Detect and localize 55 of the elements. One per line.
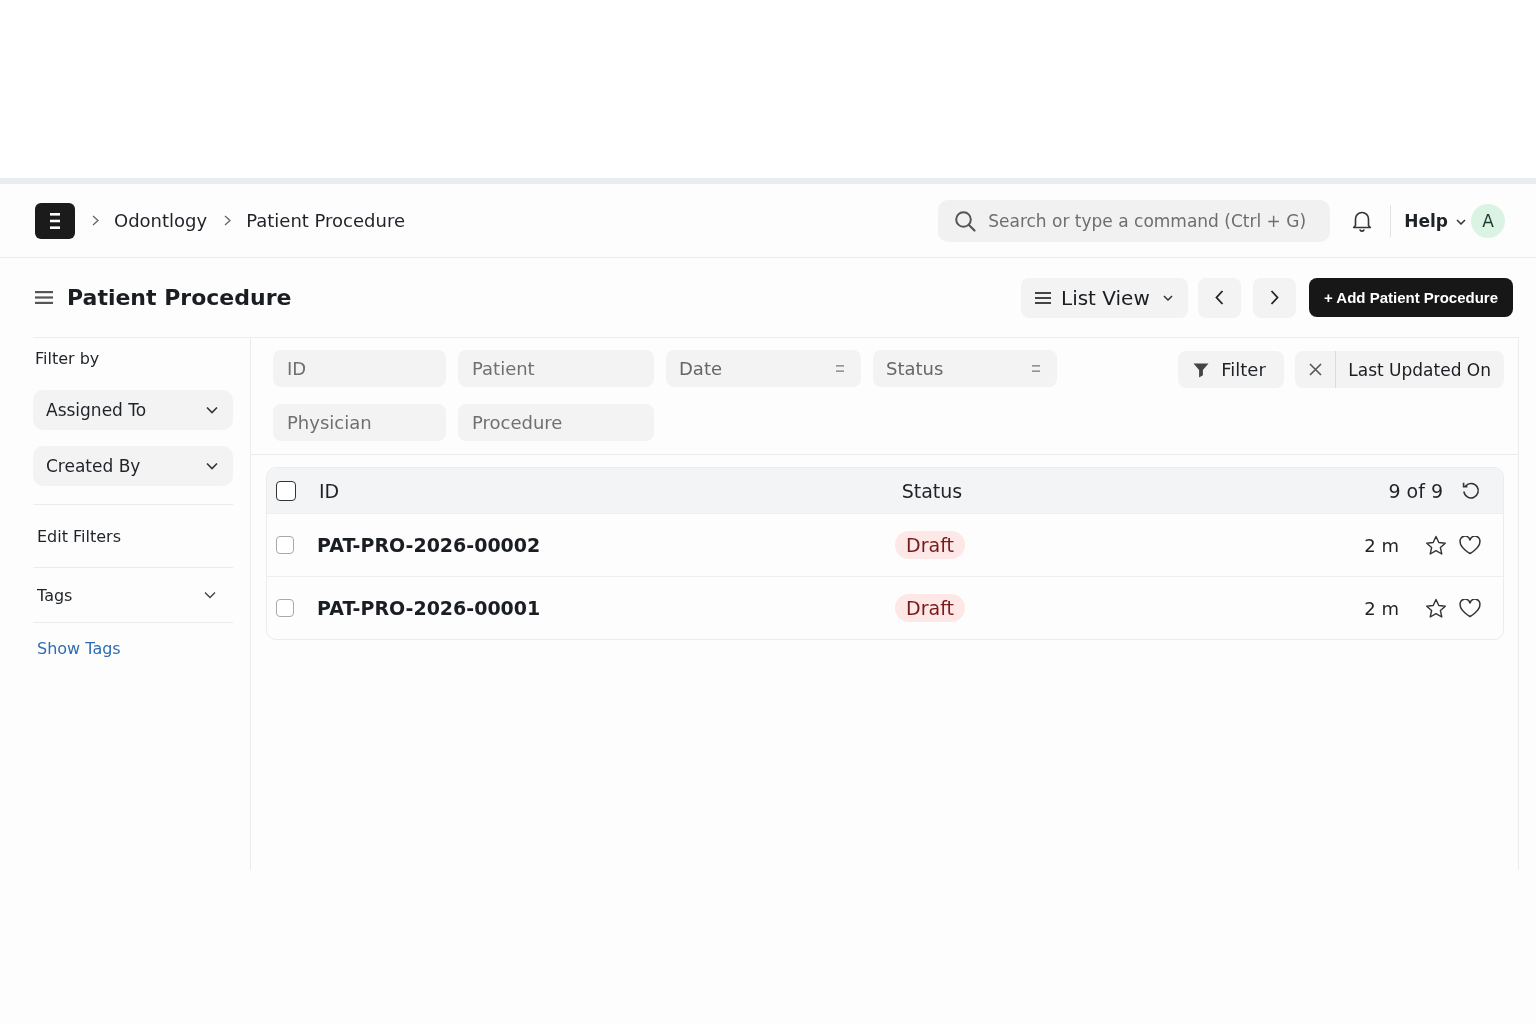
chevron-left-icon (1215, 290, 1224, 305)
search-field[interactable]: Search or type a command (Ctrl + G) (938, 199, 1331, 242)
close-icon (1308, 363, 1322, 376)
sidebar-heading: Filter by (35, 349, 100, 369)
sort-button[interactable]: Last Updated On (1335, 351, 1504, 388)
filter-field[interactable]: Status (873, 350, 1057, 387)
avatar[interactable]: A (1471, 203, 1505, 238)
heart-icon[interactable] (1459, 598, 1481, 618)
page-title: Patient Procedure (67, 285, 292, 310)
record-count: 9 of 9 (1388, 479, 1443, 502)
search-icon (954, 209, 977, 232)
status-badge: Draft (895, 594, 965, 622)
chevron-right-icon (92, 215, 99, 226)
heart-icon[interactable] (1459, 535, 1481, 555)
filter-field[interactable]: Procedure (458, 404, 654, 441)
star-icon[interactable] (1425, 534, 1447, 556)
caret-icon (1456, 219, 1466, 225)
equals-icon (1032, 365, 1040, 372)
column-header: ID (319, 479, 340, 502)
edit-filters-link[interactable]: Edit Filters (37, 526, 122, 546)
list-icon (1035, 291, 1051, 304)
close-button[interactable] (1295, 351, 1336, 388)
checkbox[interactable] (276, 599, 294, 617)
show-tags-link[interactable]: Show Tags (37, 639, 121, 659)
filter-icon (1193, 361, 1210, 378)
checkbox[interactable] (276, 536, 294, 554)
group-by-dropdown[interactable]: Created By (33, 446, 233, 486)
bell-icon[interactable] (1351, 209, 1374, 232)
star-icon[interactable] (1425, 597, 1447, 619)
modified-time: 2 m (1364, 534, 1399, 556)
add-button[interactable]: + Add Patient Procedure (1309, 278, 1513, 317)
record-link[interactable]: PAT-PRO-2026-00002 (317, 534, 541, 556)
help-menu[interactable]: Help (1404, 205, 1466, 236)
app-logo-icon[interactable] (35, 202, 75, 239)
filter-field[interactable]: Date (666, 350, 861, 387)
chevron-right-icon (1270, 290, 1279, 305)
filter-field[interactable]: Physician (273, 404, 446, 441)
menu-icon[interactable] (35, 291, 53, 304)
status-badge: Draft (895, 531, 965, 559)
tags-dropdown[interactable]: Tags (33, 568, 233, 622)
checkbox[interactable] (276, 480, 296, 501)
list-view-button[interactable]: List View (1021, 277, 1188, 318)
group-by-dropdown[interactable]: Assigned To (33, 390, 233, 430)
filter-field[interactable]: ID (273, 350, 446, 387)
filter-field[interactable]: Patient (458, 350, 654, 387)
breadcrumb-link[interactable]: Patient Procedure (246, 210, 405, 231)
chevron-down-icon (1162, 294, 1173, 301)
modified-time: 2 m (1364, 597, 1399, 619)
breadcrumb-link[interactable]: Odontlogy (114, 210, 208, 231)
record-link[interactable]: PAT-PRO-2026-00001 (317, 597, 541, 619)
equals-icon (836, 365, 844, 372)
chevron-right-icon (224, 215, 232, 226)
filter-button[interactable]: Filter (1178, 351, 1285, 388)
refresh-icon[interactable] (1461, 480, 1481, 501)
column-header: Status (901, 479, 963, 502)
